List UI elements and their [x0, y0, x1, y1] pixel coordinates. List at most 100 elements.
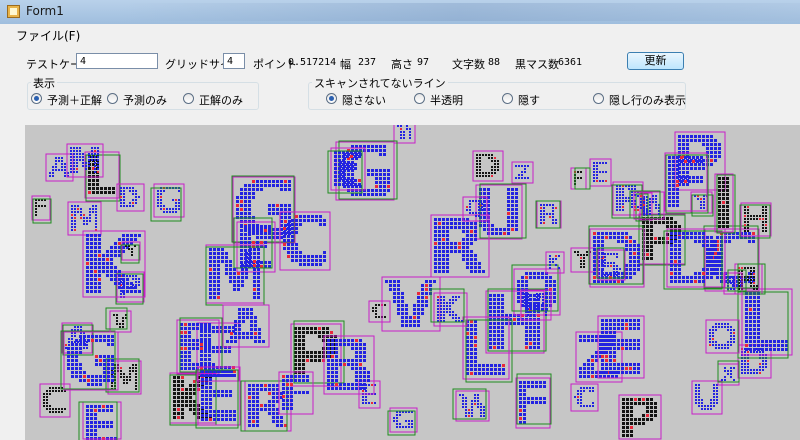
pixel-cell — [583, 257, 585, 259]
pixel-cell — [524, 165, 526, 167]
testcase-input[interactable] — [76, 53, 158, 69]
pixel-cell — [355, 379, 358, 382]
pixel-cell — [706, 240, 709, 243]
pixel-cell — [718, 177, 721, 180]
pixel-cell — [507, 216, 510, 219]
pixel-cell — [542, 299, 544, 301]
pixel-cell — [393, 417, 395, 419]
pixel-cell — [577, 251, 579, 253]
pixel-cell — [488, 157, 490, 159]
pixel-cell — [765, 218, 767, 220]
pixel-cell — [762, 218, 764, 220]
pixel-cell — [126, 238, 129, 241]
pixel-cell — [765, 344, 768, 347]
pixel-cell — [58, 157, 60, 159]
pixel-cell — [523, 405, 526, 408]
pixel-cell — [511, 224, 514, 227]
pixel-cell — [698, 280, 701, 283]
pixel-cell — [86, 344, 88, 346]
pixel-cell — [252, 420, 255, 423]
pixel-cell — [335, 363, 338, 366]
pixel-cell — [469, 200, 471, 202]
ocr-canvas[interactable] — [25, 125, 800, 440]
pixel-cell — [440, 299, 442, 301]
pixel-cell — [622, 203, 624, 205]
pixel-cell — [718, 209, 721, 212]
pixel-cell — [185, 388, 188, 391]
pixel-cell — [184, 351, 187, 354]
pixel-cell — [240, 200, 243, 203]
pixel-cell — [682, 236, 685, 239]
pixel-cell — [339, 359, 342, 362]
pixel-cell — [698, 390, 700, 392]
pixel-cell — [363, 371, 366, 374]
pixel-cell — [425, 292, 428, 295]
pixel-cell — [745, 348, 748, 351]
pixel-cell — [276, 420, 279, 423]
pixel-cell — [71, 367, 74, 370]
pixel-cell — [209, 398, 212, 401]
update-button[interactable]: 更新 — [627, 52, 684, 70]
pixel-cell — [249, 264, 252, 267]
pixel-cell — [46, 402, 48, 404]
pixel-cell — [132, 193, 134, 195]
pixel-cell — [458, 222, 461, 225]
pixel-cell — [326, 331, 329, 334]
pixel-cell — [95, 205, 97, 207]
menu-file[interactable]: ファイル(F) — [16, 27, 80, 44]
pixel-cell — [553, 288, 556, 291]
pixel-cell — [339, 387, 342, 390]
pixel-cell — [580, 396, 582, 398]
pixel-cell — [95, 214, 97, 216]
pixel-cell — [617, 327, 620, 330]
pixel-cell — [103, 367, 106, 370]
pixel-cell — [470, 356, 473, 359]
pixel-cell — [188, 363, 191, 366]
pixel-cell — [633, 268, 636, 271]
pixel-cell — [134, 286, 137, 289]
pixel-cell — [96, 179, 99, 182]
pixel-cell — [678, 268, 681, 271]
pixel-cell — [640, 207, 642, 209]
pixel-cell — [497, 169, 499, 171]
pixel-cell — [354, 155, 357, 158]
pixel-cell — [257, 288, 260, 291]
pixel-cell — [747, 215, 749, 217]
pixel-cell — [375, 193, 378, 196]
pixel-cell — [94, 246, 97, 249]
pixel-cell — [178, 202, 180, 204]
pixel-cell — [706, 264, 709, 267]
pixel-cell — [642, 221, 645, 224]
pixel-cell — [692, 180, 695, 183]
pixel-cell — [710, 147, 713, 150]
pixel-cell — [625, 200, 627, 202]
pixel-cell — [631, 197, 633, 199]
pixel-cell — [248, 192, 251, 195]
pixel-cell — [290, 403, 293, 406]
pixel-cell — [256, 420, 259, 423]
pixel-cell — [483, 224, 486, 227]
pixel-cell — [537, 272, 540, 275]
pixel-cell — [131, 254, 133, 256]
pixel-cell — [753, 340, 756, 343]
pixel-cell — [650, 241, 653, 244]
pixel-cell — [753, 304, 756, 307]
pixel-cell — [637, 248, 640, 251]
pixel-cell — [604, 253, 606, 255]
pixel-cell — [244, 208, 247, 211]
gridsize-input[interactable] — [223, 53, 245, 69]
pixel-cell — [434, 266, 437, 269]
pixel-cell — [533, 302, 535, 304]
pixel-cell — [747, 227, 749, 229]
pixel-cell — [580, 177, 582, 179]
pixel-cell — [549, 280, 552, 283]
pixel-cell — [616, 265, 618, 267]
pixel-cell — [240, 192, 243, 195]
pixel-cell — [765, 360, 767, 362]
pixel-cell — [411, 426, 413, 428]
pixel-cell — [331, 367, 334, 370]
pixel-cell — [200, 330, 203, 333]
pixel-cell — [580, 402, 582, 404]
pixel-cell — [94, 425, 97, 428]
pixel-cell — [107, 343, 110, 346]
